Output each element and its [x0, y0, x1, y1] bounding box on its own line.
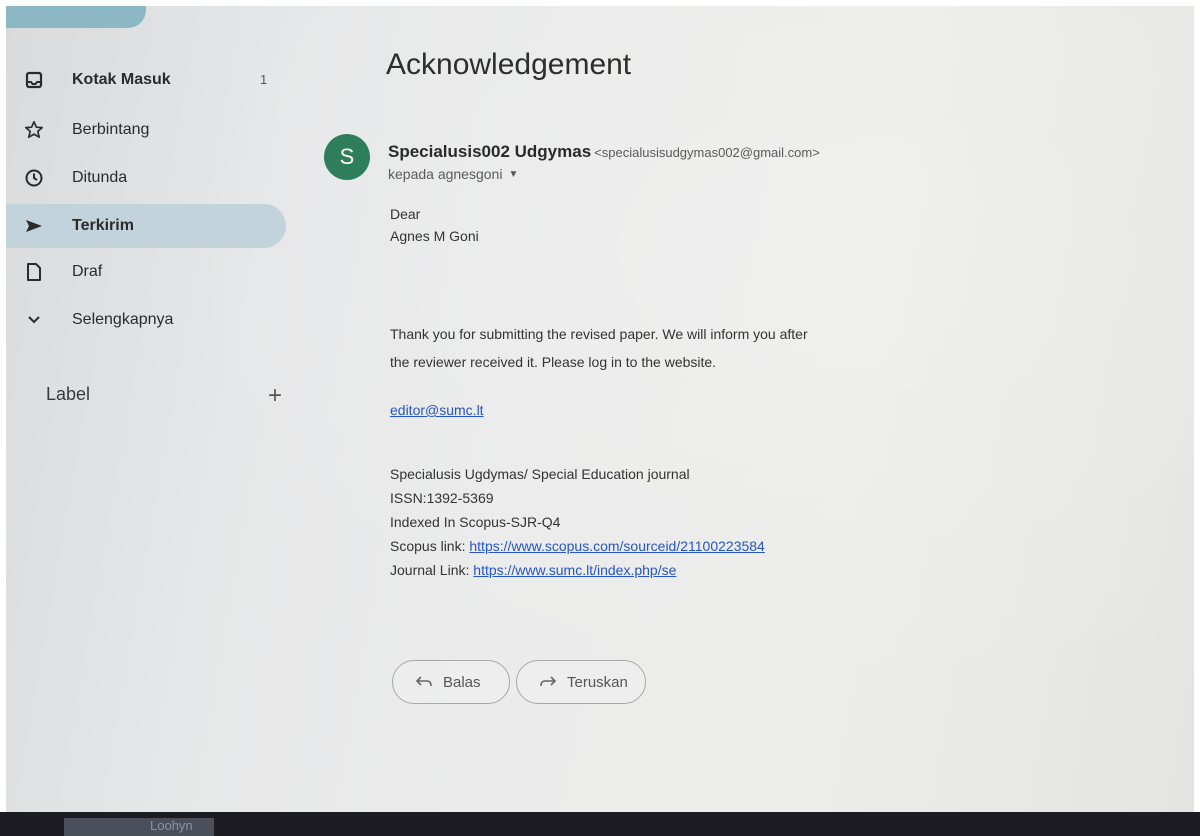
- sidebar-item-drafts[interactable]: Draf: [6, 252, 286, 292]
- send-icon: [22, 214, 46, 238]
- sidebar-item-label: Kotak Masuk: [72, 71, 171, 88]
- body-line-1: Thank you for submitting the revised pap…: [390, 326, 808, 342]
- signature-journal-link: Journal Link: https://www.sumc.lt/index.…: [390, 562, 676, 578]
- star-icon: [22, 118, 46, 142]
- recipient-details-toggle[interactable]: kepada agnesgoni ▼: [388, 166, 518, 182]
- labels-heading: Label: [46, 384, 91, 404]
- sender-line: Specialusis002 Udgymas <specialusisudgyma…: [388, 142, 820, 162]
- mail-subject: Acknowledgement: [386, 48, 632, 81]
- scopus-label: Scopus link:: [390, 538, 470, 554]
- avatar[interactable]: S: [324, 134, 370, 180]
- add-label-button[interactable]: +: [262, 384, 288, 408]
- forward-button[interactable]: Teruskan: [516, 660, 646, 704]
- inbox-icon: [22, 68, 46, 92]
- sidebar-item-label: Ditunda: [72, 169, 128, 186]
- sidebar-item-label: Berbintang: [72, 121, 150, 138]
- reply-button[interactable]: Balas: [392, 660, 510, 704]
- signature-journal: Specialusis Ugdymas/ Special Education j…: [390, 466, 690, 482]
- signature-indexed: Indexed In Scopus-SJR-Q4: [390, 514, 561, 530]
- sidebar-item-inbox[interactable]: Kotak Masuk: [6, 60, 286, 100]
- reply-icon: [415, 673, 433, 691]
- editor-email-link[interactable]: editor@sumc.lt: [390, 402, 484, 418]
- forward-label: Teruskan: [567, 673, 628, 691]
- body-recipient-name: Agnes M Goni: [390, 228, 479, 244]
- journal-link[interactable]: https://www.sumc.lt/index.php/se: [473, 562, 676, 578]
- monitor-screen: Kotak Masuk 1 Berbintang Ditunda Terkiri…: [6, 6, 1194, 818]
- scopus-link[interactable]: https://www.scopus.com/sourceid/21100223…: [469, 538, 764, 554]
- sidebar-item-sent[interactable]: Terkirim: [6, 204, 286, 248]
- caret-down-icon: ▼: [508, 168, 519, 180]
- inbox-unread-count: 1: [260, 72, 268, 87]
- sidebar-item-more[interactable]: Selengkapnya: [6, 300, 286, 340]
- taskbar-label: Loohyn: [150, 818, 193, 833]
- sender-email: <specialusisudgymas002@gmail.com>: [594, 145, 820, 160]
- chevron-down-icon: [22, 308, 46, 332]
- sidebar-item-label: Terkirim: [72, 217, 134, 234]
- recipient-label: kepada agnesgoni: [388, 166, 503, 182]
- sender-name[interactable]: Specialusis002 Udgymas: [388, 142, 591, 161]
- draft-icon: [22, 260, 46, 284]
- body-line-2: the reviewer received it. Please log in …: [390, 354, 717, 370]
- body-greeting: Dear: [390, 206, 421, 222]
- sidebar-item-starred[interactable]: Berbintang: [6, 110, 286, 150]
- clock-icon: [22, 166, 46, 190]
- journal-label: Journal Link:: [390, 562, 474, 578]
- sidebar-item-label: Draf: [72, 263, 103, 280]
- signature-scopus: Scopus link: https://www.scopus.com/sour…: [390, 538, 765, 554]
- compose-button[interactable]: [6, 6, 146, 28]
- signature-issn: ISSN:1392-5369: [390, 490, 494, 506]
- sidebar-item-snoozed[interactable]: Ditunda: [6, 158, 286, 198]
- sidebar-item-label: Selengkapnya: [72, 311, 174, 328]
- reply-label: Balas: [443, 673, 481, 691]
- forward-icon: [539, 673, 557, 691]
